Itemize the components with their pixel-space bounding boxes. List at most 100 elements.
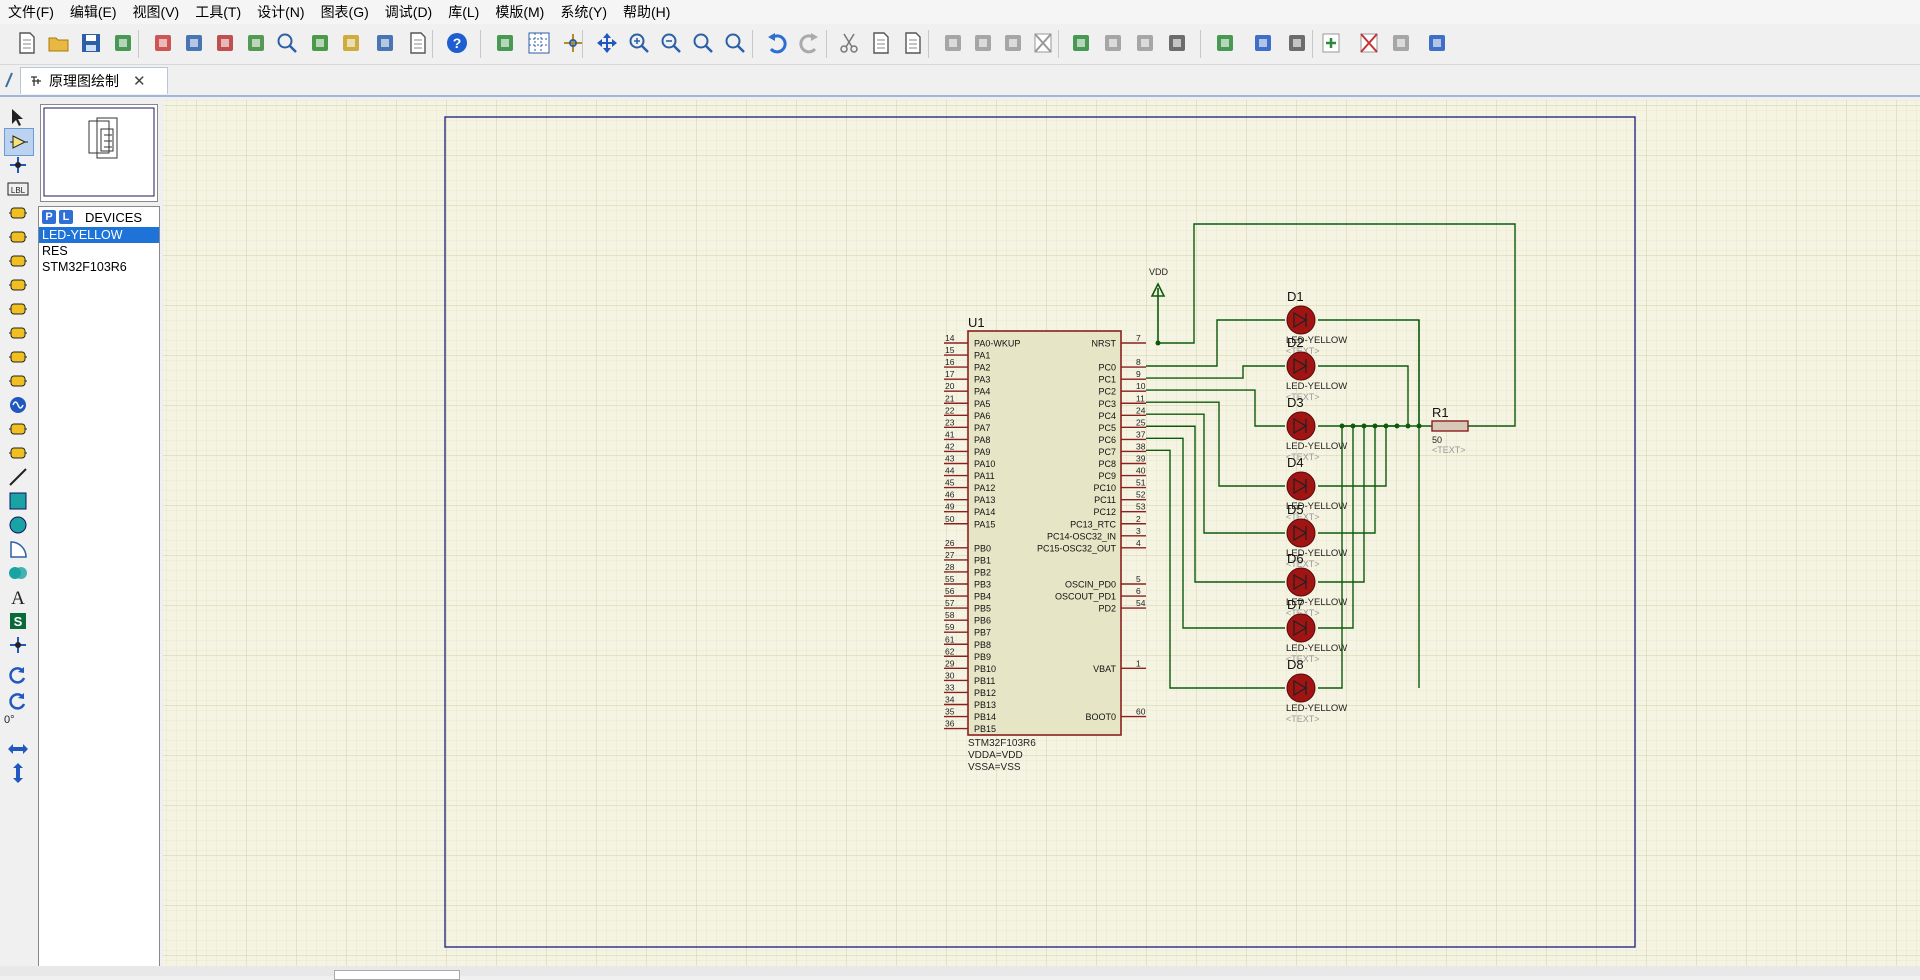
pick-device-icon[interactable] bbox=[1068, 30, 1094, 56]
pan-icon[interactable] bbox=[594, 30, 620, 56]
path-icon[interactable] bbox=[4, 560, 32, 586]
document-icon[interactable] bbox=[405, 30, 431, 56]
device-list-item[interactable]: LED-YELLOW bbox=[39, 227, 159, 243]
schematic-drawing[interactable]: U1STM32F103R6VDDA=VDDVSSA=VSS14PA0-WKUP1… bbox=[163, 100, 1920, 966]
cut-icon[interactable] bbox=[836, 30, 862, 56]
subcircuit-icon[interactable] bbox=[4, 248, 32, 274]
chip-ref: U1 bbox=[968, 315, 985, 330]
pin-number: 9 bbox=[1136, 369, 1141, 379]
search-tag-icon[interactable] bbox=[1250, 30, 1276, 56]
library-manager-button[interactable]: L bbox=[59, 210, 73, 224]
symbol-icon[interactable]: S bbox=[4, 608, 32, 634]
menu-item-5[interactable]: 图表(G) bbox=[313, 2, 377, 22]
menu-item-6[interactable]: 调试(D) bbox=[377, 2, 440, 22]
package-icon[interactable] bbox=[1132, 30, 1158, 56]
design-explorer-icon[interactable] bbox=[1424, 30, 1450, 56]
block-delete-icon[interactable] bbox=[1030, 30, 1056, 56]
netlist-icon[interactable] bbox=[1388, 30, 1414, 56]
zoom-all-icon[interactable] bbox=[690, 30, 716, 56]
undo-icon[interactable] bbox=[764, 30, 790, 56]
zoom-out-icon[interactable] bbox=[658, 30, 684, 56]
menu-item-0[interactable]: 文件(F) bbox=[0, 2, 62, 22]
menu-item-10[interactable]: 帮助(H) bbox=[615, 2, 678, 22]
wire-label-icon[interactable]: LBL bbox=[4, 176, 32, 202]
new-file-icon[interactable] bbox=[14, 30, 40, 56]
block-rotate-icon[interactable] bbox=[1000, 30, 1026, 56]
arc-icon[interactable] bbox=[4, 536, 32, 562]
flip-v-icon[interactable] bbox=[4, 760, 32, 786]
pcb-icon[interactable] bbox=[307, 30, 333, 56]
overview-window[interactable] bbox=[40, 104, 158, 202]
line-icon[interactable] bbox=[4, 464, 32, 490]
tape-icon[interactable] bbox=[4, 368, 32, 394]
pin-number: 11 bbox=[1136, 393, 1145, 403]
marker-icon[interactable] bbox=[4, 632, 32, 658]
copy-icon[interactable] bbox=[868, 30, 894, 56]
origin-icon[interactable] bbox=[560, 30, 586, 56]
box-icon[interactable] bbox=[4, 488, 32, 514]
text-script-icon[interactable] bbox=[4, 200, 32, 226]
text-icon[interactable]: A bbox=[4, 584, 32, 610]
junction-icon[interactable] bbox=[4, 152, 32, 178]
help-icon[interactable]: ? bbox=[444, 30, 470, 56]
redo-icon[interactable] bbox=[796, 30, 822, 56]
menu-item-4[interactable]: 设计(N) bbox=[249, 2, 312, 22]
menu-item-1[interactable]: 编辑(E) bbox=[62, 2, 125, 22]
tab-bar: 原理图绘制 ✕ bbox=[0, 65, 1920, 97]
component-icon[interactable] bbox=[181, 30, 207, 56]
zoom-area-icon[interactable] bbox=[722, 30, 748, 56]
paste-icon[interactable] bbox=[900, 30, 926, 56]
select-mode-icon[interactable] bbox=[4, 104, 32, 130]
pin-number: 8 bbox=[1136, 357, 1141, 367]
zoom-in-icon[interactable] bbox=[626, 30, 652, 56]
pin-name: PB9 bbox=[974, 652, 991, 662]
voltage-probe-icon[interactable] bbox=[4, 416, 32, 442]
binary-icon[interactable] bbox=[372, 30, 398, 56]
current-probe-icon[interactable] bbox=[4, 440, 32, 466]
menu-item-3[interactable]: 工具(T) bbox=[187, 2, 249, 22]
generator-icon[interactable] bbox=[4, 392, 32, 418]
make-device-icon[interactable] bbox=[1100, 30, 1126, 56]
status-bar bbox=[0, 966, 1920, 980]
block-copy-icon[interactable] bbox=[940, 30, 966, 56]
import-icon[interactable] bbox=[110, 30, 136, 56]
search-icon[interactable] bbox=[274, 30, 300, 56]
menu-item-8[interactable]: 模版(M) bbox=[487, 2, 552, 22]
port-icon[interactable] bbox=[4, 296, 32, 322]
device-list-item[interactable]: RES bbox=[39, 243, 159, 259]
terminal-icon[interactable] bbox=[4, 272, 32, 298]
probe-icon[interactable] bbox=[4, 320, 32, 346]
graph-icon[interactable] bbox=[4, 344, 32, 370]
pin-number: 3 bbox=[1136, 526, 1141, 536]
device-list-item[interactable]: STM32F103R6 bbox=[39, 259, 159, 275]
schematic-canvas[interactable]: U1 STM32F103R6 VDDA=VDD VSSA=VSS 14 PA0-WKUP 1… bbox=[163, 100, 1920, 966]
bom-icon[interactable] bbox=[338, 30, 364, 56]
grid-icon[interactable] bbox=[526, 30, 552, 56]
flip-h-icon[interactable] bbox=[4, 736, 32, 762]
bus-icon[interactable] bbox=[4, 224, 32, 250]
layout-icon[interactable] bbox=[243, 30, 269, 56]
rotate-cw-icon[interactable] bbox=[4, 662, 32, 688]
wire-autoroute-icon[interactable] bbox=[1212, 30, 1238, 56]
tab-schematic[interactable]: 原理图绘制 ✕ bbox=[20, 67, 168, 94]
save-icon[interactable] bbox=[78, 30, 104, 56]
circle-icon[interactable] bbox=[4, 512, 32, 538]
pick-from-library-button[interactable]: P bbox=[42, 210, 56, 224]
close-icon[interactable]: ✕ bbox=[133, 72, 146, 90]
new-sheet-icon[interactable] bbox=[1318, 30, 1344, 56]
home-icon[interactable] bbox=[150, 30, 176, 56]
property-icon[interactable] bbox=[1284, 30, 1310, 56]
rotate-ccw-icon[interactable] bbox=[4, 688, 32, 714]
delete-sheet-icon[interactable] bbox=[1356, 30, 1382, 56]
decompose-icon[interactable] bbox=[1164, 30, 1190, 56]
menu-item-7[interactable]: 库(L) bbox=[440, 2, 487, 22]
refresh-icon[interactable] bbox=[492, 30, 518, 56]
block-move-icon[interactable] bbox=[970, 30, 996, 56]
chip-icon[interactable] bbox=[212, 30, 238, 56]
menu-item-2[interactable]: 视图(V) bbox=[125, 2, 188, 22]
menu-item-9[interactable]: 系统(Y) bbox=[552, 2, 615, 22]
pin-name: PB10 bbox=[974, 664, 996, 674]
pin-name: PA15 bbox=[974, 519, 995, 529]
open-folder-icon[interactable] bbox=[46, 30, 72, 56]
pin-name: PB11 bbox=[974, 676, 995, 686]
